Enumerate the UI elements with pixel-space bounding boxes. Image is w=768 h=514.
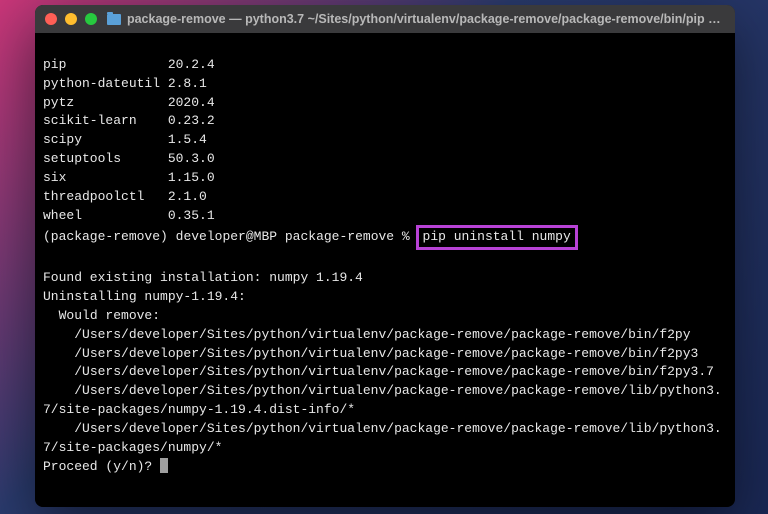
command-text: pip uninstall numpy [423, 229, 571, 244]
package-row: pytz 2020.4 [43, 94, 727, 113]
package-row: six 1.15.0 [43, 169, 727, 188]
package-row: wheel 0.35.1 [43, 207, 727, 226]
cursor [160, 458, 168, 473]
minimize-icon[interactable] [65, 13, 77, 25]
package-row: python-dateutil 2.8.1 [43, 75, 727, 94]
package-row: scipy 1.5.4 [43, 131, 727, 150]
prompt-venv: (package-remove) [43, 229, 168, 244]
command-highlight: pip uninstall numpy [416, 225, 578, 250]
package-row: scikit-learn 0.23.2 [43, 112, 727, 131]
folder-icon [107, 14, 121, 25]
output-would-remove: Would remove: [43, 308, 160, 323]
remove-path: /Users/developer/Sites/python/virtualenv… [43, 382, 727, 420]
close-icon[interactable] [45, 13, 57, 25]
prompt-symbol: % [402, 229, 410, 244]
package-row: pip 20.2.4 [43, 56, 727, 75]
remove-path: /Users/developer/Sites/python/virtualenv… [43, 345, 727, 364]
remove-path: /Users/developer/Sites/python/virtualenv… [43, 420, 727, 458]
prompt-cwd: package-remove [285, 229, 394, 244]
prompt-user-host: developer@MBP [176, 229, 277, 244]
terminal-window: package-remove — python3.7 ~/Sites/pytho… [35, 5, 735, 507]
remove-path: /Users/developer/Sites/python/virtualenv… [43, 363, 727, 382]
output-proceed: Proceed (y/n)? [43, 459, 160, 474]
titlebar[interactable]: package-remove — python3.7 ~/Sites/pytho… [35, 5, 735, 33]
output-found: Found existing installation: numpy 1.19.… [43, 270, 363, 285]
package-row: threadpoolctl 2.1.0 [43, 188, 727, 207]
window-title: package-remove — python3.7 ~/Sites/pytho… [127, 12, 725, 26]
remove-path: /Users/developer/Sites/python/virtualenv… [43, 326, 727, 345]
output-uninstalling: Uninstalling numpy-1.19.4: [43, 289, 246, 304]
traffic-lights [45, 13, 97, 25]
terminal-output[interactable]: pip 20.2.4python-dateutil 2.8.1pytz 2020… [35, 33, 735, 507]
package-row: setuptools 50.3.0 [43, 150, 727, 169]
maximize-icon[interactable] [85, 13, 97, 25]
